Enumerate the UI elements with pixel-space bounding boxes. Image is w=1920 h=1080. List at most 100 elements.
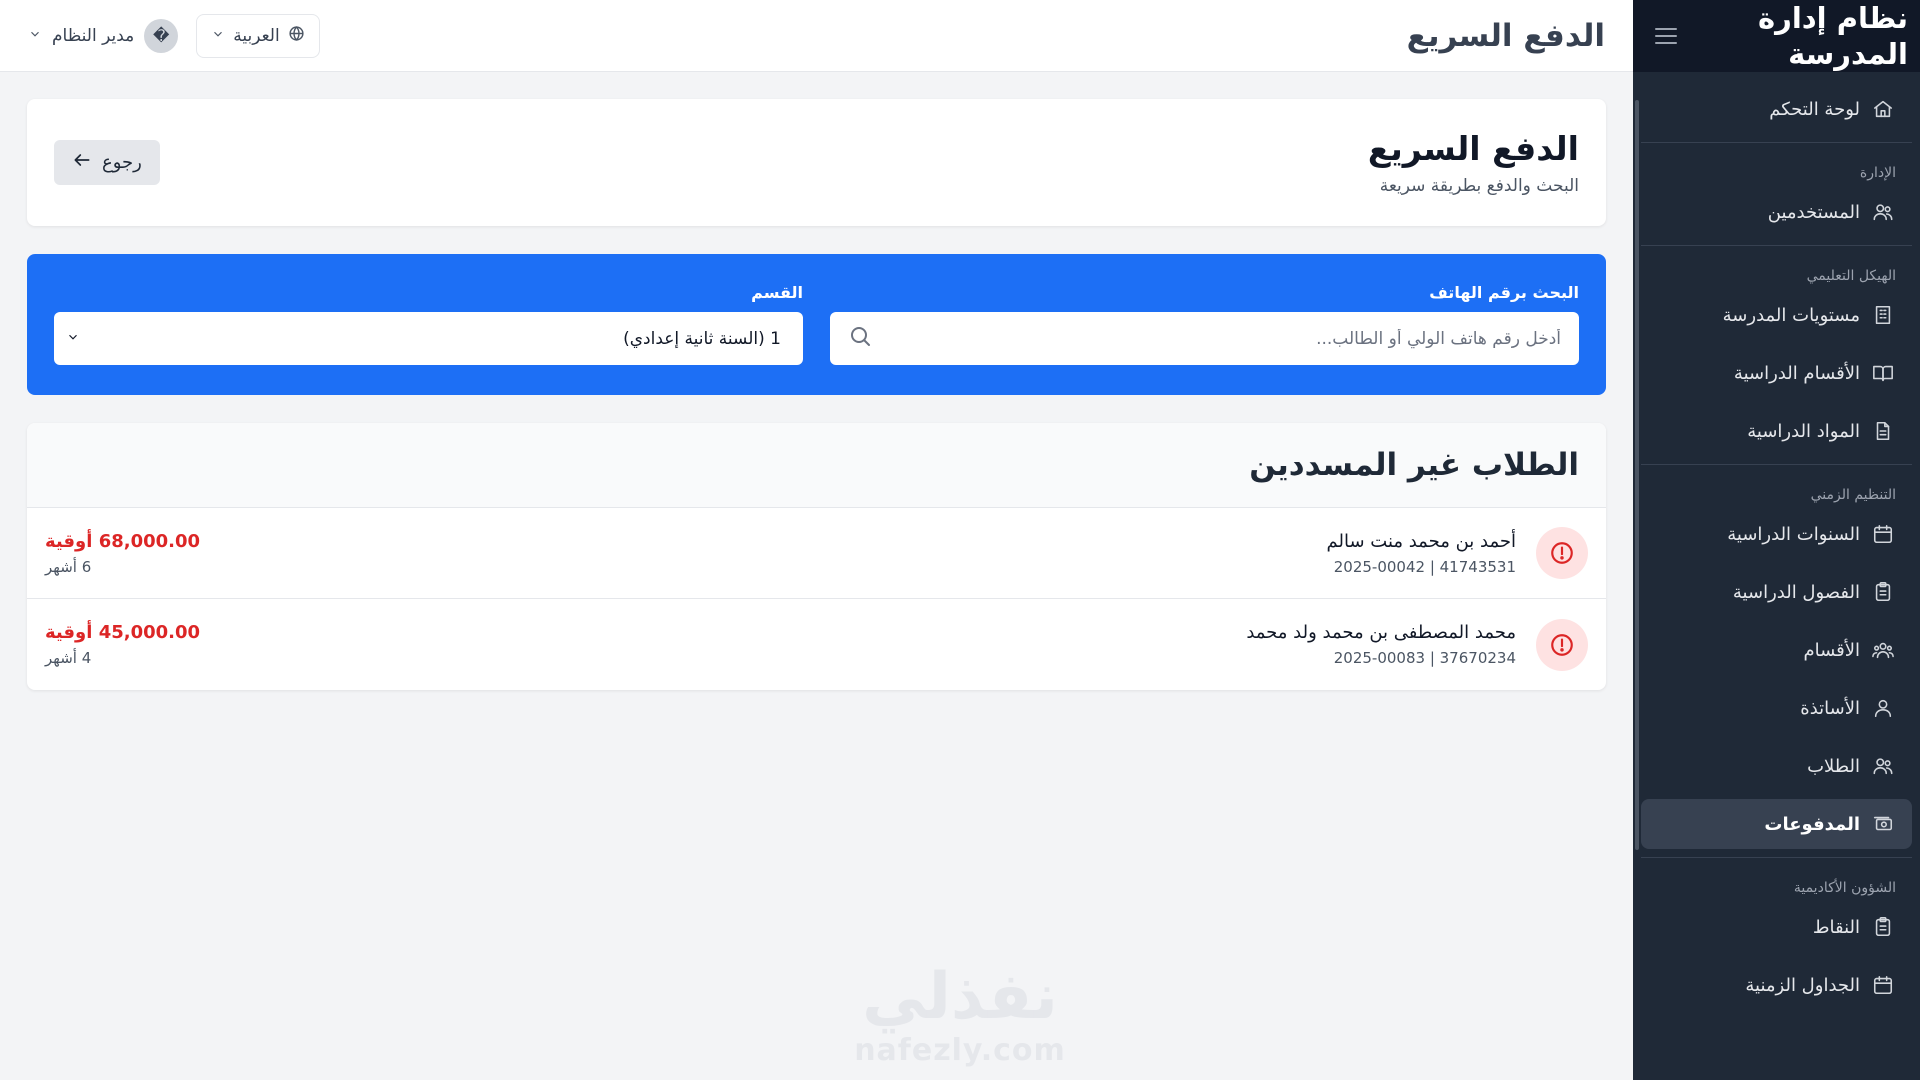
student-meta: 37670234 | 2025-00083 — [1333, 649, 1516, 667]
home-icon — [1872, 98, 1894, 120]
sidebar-item-label: السنوات الدراسية — [1727, 523, 1860, 545]
amount-due: 68,000.00 أوقية — [45, 530, 201, 552]
calendar-icon — [1872, 974, 1894, 996]
student-name: أحمد بن محمد منت سالم — [1326, 530, 1516, 552]
sidebar-item-label: الأقسام الدراسية — [1733, 362, 1860, 384]
student-info: محمد المصطفى بن محمد ولد محمد 37670234 |… — [1246, 618, 1588, 671]
watermark-latin: nafezly.com — [854, 1033, 1066, 1068]
search-panel: البحث برقم الهاتف القسم 1 (السنة ثانية إ… — [27, 254, 1606, 395]
page-heading: الدفع السريع البحث والدفع بطريقة سريعة — [1368, 129, 1579, 196]
globe-icon — [288, 25, 305, 47]
student-balance: 68,000.00 أوقية 6 أشهر — [45, 531, 200, 576]
sidebar-item-users[interactable]: المستخدمين — [1641, 187, 1912, 237]
sidebar-item-label: الطلاب — [1807, 755, 1860, 777]
sidebar-item-label: المواد الدراسية — [1747, 420, 1860, 442]
sidebar-item-students[interactable]: الطلاب — [1641, 741, 1912, 791]
sidebar-item-label: لوحة التحكم — [1769, 98, 1860, 120]
months-due: 6 أشهر — [45, 557, 92, 576]
page-title: الدفع السريع — [1367, 129, 1579, 168]
class-select-value: 1 (السنة ثانية إعدادي) — [623, 328, 781, 349]
document-icon — [1872, 420, 1894, 442]
chevron-down-icon — [66, 329, 80, 349]
months-due: 4 أشهر — [45, 649, 92, 667]
user-menu[interactable]: � مدير النظام — [28, 18, 179, 53]
unpaid-students-header: الطلاب غير المسددين — [27, 423, 1606, 508]
menu-toggle-icon[interactable] — [1655, 28, 1677, 44]
back-button[interactable]: رجوع — [54, 140, 160, 185]
class-select-field: القسم 1 (السنة ثانية إعدادي) — [54, 283, 803, 395]
sidebar-item-timetables[interactable]: الجداول الزمنية — [1641, 960, 1912, 1010]
watermark: نفذلي nafezly.com — [850, 965, 1070, 1068]
sidebar: نظام إدارة المدرسة لوحة التحكم الإدارة ا… — [1633, 0, 1920, 1080]
page-header-card: الدفع السريع البحث والدفع بطريقة سريعة ر… — [27, 99, 1606, 226]
back-label: رجوع — [102, 152, 142, 173]
sidebar-item-label: الأقسام — [1803, 639, 1860, 661]
app-title: نظام إدارة المدرسة — [1758, 0, 1908, 71]
class-select-label: القسم — [751, 283, 803, 302]
sidebar-section-scheduling: التنظيم الزمني — [1810, 487, 1896, 503]
sidebar-section-administration: الإدارة — [1859, 165, 1896, 181]
sidebar-item-label: النقاط — [1812, 916, 1860, 938]
sidebar-divider — [1641, 245, 1912, 246]
class-select[interactable]: 1 (السنة ثانية إعدادي) — [54, 312, 803, 365]
sidebar-item-payments[interactable]: المدفوعات — [1641, 799, 1912, 849]
sidebar-section-structure: الهيكل التعليمي — [1806, 268, 1896, 284]
book-open-icon — [1872, 362, 1894, 384]
topbar: الدفع السريع العربية � مدير النظام — [0, 0, 1633, 72]
chevron-down-icon — [28, 26, 42, 46]
sidebar-item-label: المستخدمين — [1767, 201, 1860, 223]
language-label: العربية — [233, 25, 280, 46]
sidebar-item-departments[interactable]: الأقسام الدراسية — [1641, 348, 1912, 398]
sidebar-section-academic: الشؤون الأكاديمية — [1793, 880, 1896, 896]
clipboard-icon — [1872, 916, 1894, 938]
search-icon — [848, 324, 872, 353]
user-name: مدير النظام — [52, 25, 135, 46]
sidebar-item-semesters[interactable]: الفصول الدراسية — [1641, 567, 1912, 617]
chevron-down-icon — [211, 26, 225, 46]
users-icon — [1872, 755, 1894, 777]
phone-search-input[interactable] — [872, 328, 1561, 349]
sidebar-item-school-levels[interactable]: مستويات المدرسة — [1641, 290, 1912, 340]
student-name: محمد المصطفى بن محمد ولد محمد — [1246, 622, 1516, 643]
arrow-left-icon — [72, 150, 92, 175]
sidebar-divider — [1641, 464, 1912, 465]
student-info: أحمد بن محمد منت سالم 41743531 | 2025-00… — [1327, 527, 1588, 579]
watermark-arabic: نفذلي — [862, 960, 1058, 1034]
amount-due: 45,000.00 أوقية — [45, 622, 201, 643]
page-subtitle: البحث والدفع بطريقة سريعة — [1379, 176, 1579, 196]
language-selector[interactable]: العربية — [196, 13, 320, 58]
sidebar-divider — [1641, 142, 1912, 143]
sidebar-item-teachers[interactable]: الأساتذة — [1641, 683, 1912, 733]
sidebar-item-dashboard[interactable]: لوحة التحكم — [1641, 84, 1912, 134]
phone-search-label: البحث برقم الهاتف — [1429, 283, 1579, 302]
sidebar-item-grades[interactable]: النقاط — [1641, 902, 1912, 952]
cash-icon — [1872, 813, 1894, 835]
unpaid-students-card: الطلاب غير المسددين أحمد بن محمد منت سال… — [27, 423, 1606, 690]
list-item[interactable]: أحمد بن محمد منت سالم 41743531 | 2025-00… — [27, 508, 1606, 599]
sidebar-divider — [1641, 857, 1912, 858]
calendar-icon — [1872, 523, 1894, 545]
sidebar-item-label: الجداول الزمنية — [1745, 974, 1860, 996]
sidebar-item-academic-years[interactable]: السنوات الدراسية — [1641, 509, 1912, 559]
student-balance: 45,000.00 أوقية 4 أشهر — [45, 622, 200, 667]
sidebar-item-label: الأساتذة — [1800, 697, 1860, 719]
user-group-icon — [1872, 639, 1894, 661]
sidebar-item-classes[interactable]: الأقسام — [1641, 625, 1912, 675]
unpaid-students-title: الطلاب غير المسددين — [1249, 447, 1579, 483]
main-content: الدفع السريع البحث والدفع بطريقة سريعة ر… — [27, 99, 1606, 690]
sidebar-item-label: الفصول الدراسية — [1732, 581, 1860, 603]
alert-icon — [1536, 527, 1588, 579]
sidebar-item-subjects[interactable]: المواد الدراسية — [1641, 406, 1912, 456]
alert-icon — [1536, 618, 1588, 671]
student-meta: 41743531 | 2025-00042 — [1333, 557, 1516, 576]
sidebar-item-label: المدفوعات — [1764, 813, 1860, 835]
topbar-actions: العربية � مدير النظام — [28, 13, 320, 58]
building-icon — [1872, 304, 1894, 326]
list-item[interactable]: محمد المصطفى بن محمد ولد محمد 37670234 |… — [27, 599, 1606, 690]
sidebar-item-label: مستويات المدرسة — [1722, 304, 1860, 326]
sidebar-header: نظام إدارة المدرسة — [1633, 0, 1920, 72]
users-icon — [1872, 201, 1894, 223]
clipboard-icon — [1872, 581, 1894, 603]
phone-search-field: البحث برقم الهاتف — [830, 283, 1579, 395]
sidebar-nav: لوحة التحكم الإدارة المستخدمين الهيكل ال… — [1633, 72, 1920, 1010]
